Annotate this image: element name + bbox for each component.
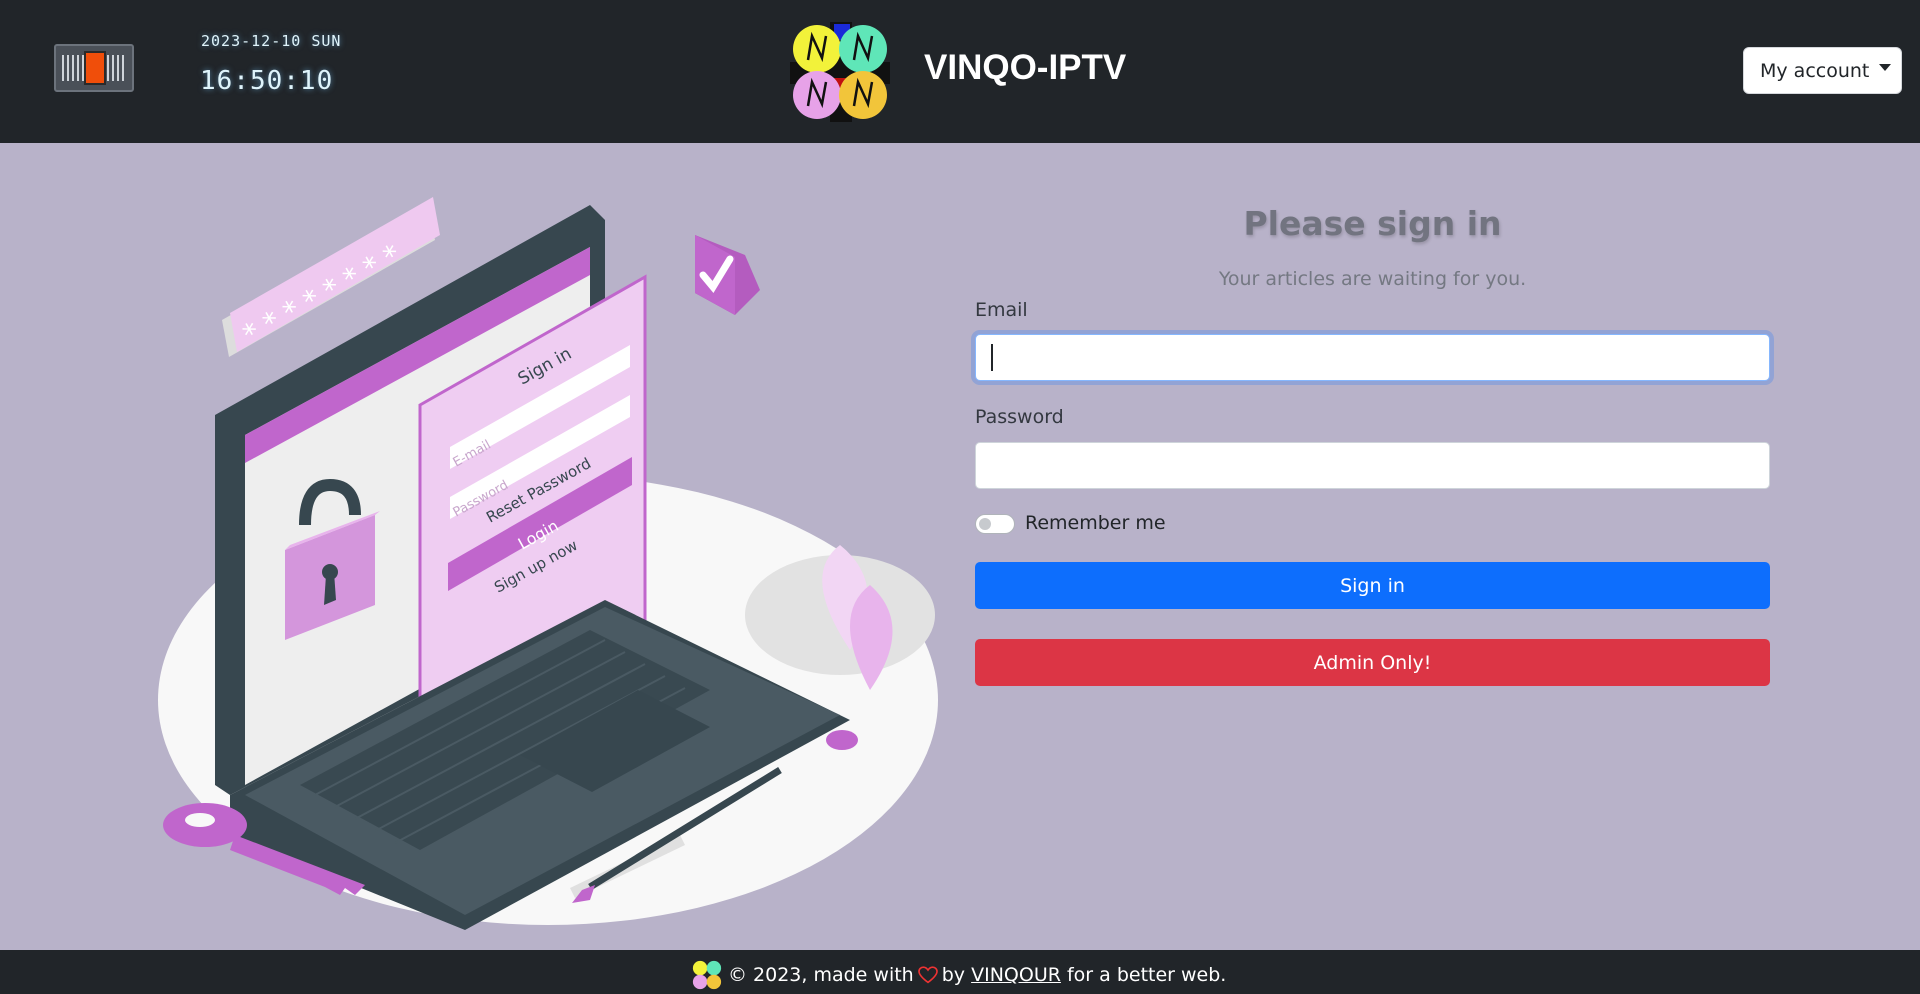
- top-navbar: 2023-12-10 SUN 16:50:10 VINQO-IPTV My ac…: [0, 0, 1920, 143]
- footer: © 2023, made with by VINQOUR for a bette…: [0, 950, 1920, 994]
- admin-only-button[interactable]: Admin Only!: [975, 639, 1770, 686]
- footer-prefix: © 2023, made with: [728, 964, 914, 986]
- password-field[interactable]: [975, 442, 1770, 489]
- site-title[interactable]: VINQO-IPTV: [924, 48, 1126, 88]
- heart-icon: [917, 966, 938, 984]
- email-field[interactable]: [975, 334, 1770, 381]
- toggle-knob: [979, 518, 991, 530]
- password-label: Password: [975, 406, 1064, 428]
- clock-time: 16:50:10: [200, 66, 334, 96]
- digital-clock: 2023-12-10 SUN 16:50:10: [192, 28, 352, 112]
- my-account-label: My account: [1760, 59, 1870, 82]
- remember-me-label[interactable]: Remember me: [1025, 512, 1166, 534]
- caret-down-icon: [1879, 64, 1892, 71]
- footer-suffix: for a better web.: [1066, 964, 1227, 986]
- footer-by: by: [941, 964, 966, 986]
- footer-author-link[interactable]: VINQOUR: [971, 964, 1061, 986]
- form-title: Please sign in: [1243, 204, 1502, 243]
- vinqo-logo-icon[interactable]: [790, 22, 890, 122]
- remember-me-toggle[interactable]: [975, 514, 1015, 534]
- check-badge-icon: [695, 235, 760, 315]
- clock-date: 2023-12-10 SUN: [201, 32, 342, 50]
- login-illustration: * * * * * * * * Sign in E-mail Password …: [158, 197, 938, 930]
- sign-in-button[interactable]: Sign in: [975, 562, 1770, 609]
- form-subtitle: Your articles are waiting for you.: [1218, 268, 1527, 290]
- my-account-dropdown-button[interactable]: My account: [1743, 47, 1902, 94]
- email-label: Email: [975, 299, 1028, 321]
- battery-widget-icon: [54, 44, 134, 92]
- footer-logo-icon: [692, 960, 722, 990]
- text-cursor: [991, 344, 993, 371]
